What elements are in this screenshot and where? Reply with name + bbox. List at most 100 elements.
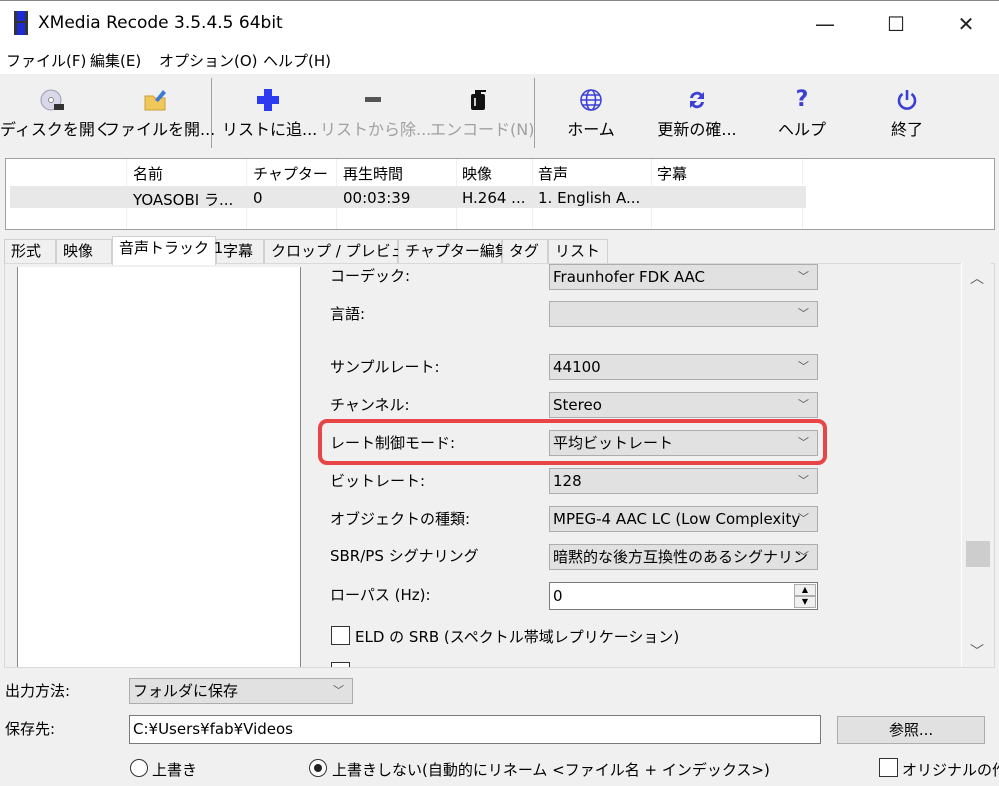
home-button[interactable]: ホーム [548, 74, 634, 150]
sample-rate-select[interactable]: 44100 ﹀ [549, 354, 818, 380]
scrollbar-thumb[interactable] [966, 541, 990, 567]
disc-icon [39, 88, 65, 112]
title-bar: XMedia Recode 3.5.4.5 64bit — ☐ ✕ [0, 0, 999, 44]
chevron-down-icon: ﹀ [798, 512, 809, 525]
check-updates-button[interactable]: 更新の確... [645, 74, 749, 150]
menu-edit[interactable]: 編集(E) [90, 50, 141, 71]
destination-label: 保存先: [5, 720, 56, 738]
codec-value: Fraunhofer FDK AAC [553, 268, 705, 286]
cell-audio: 1. English A... [538, 189, 641, 207]
sbr-ps-select[interactable]: 暗黙的な後方互換性のあるシグナリン ﹀ [549, 544, 818, 570]
sample-rate-value: 44100 [553, 358, 601, 376]
channels-label: チャンネル: [330, 396, 410, 414]
partial-checkbox[interactable] [331, 662, 350, 667]
column-header-subtitle[interactable]: 字幕 [657, 163, 687, 184]
scroll-up-icon[interactable]: ︿ [962, 268, 992, 288]
tab-chapter-edit[interactable]: チャプター編集 [398, 239, 510, 264]
exit-label: 終了 [890, 120, 923, 139]
tab-list[interactable]: リスト [548, 239, 608, 264]
help-button[interactable]: ? ヘルプ [760, 74, 844, 150]
close-button[interactable]: ✕ [943, 9, 989, 39]
power-icon [894, 88, 920, 112]
overwrite-radio[interactable] [130, 759, 148, 777]
open-disc-label: ディスクを開く [0, 120, 111, 139]
cell-video: H.264 ... [462, 189, 526, 207]
app-film-icon [14, 11, 28, 35]
output-method-select[interactable]: フォルダに保存 ﹀ [129, 678, 353, 704]
eld-sbr-checkbox[interactable] [331, 626, 350, 645]
toolbar-separator [534, 78, 535, 148]
audio-track-list[interactable] [17, 267, 301, 667]
remove-from-list-label: リストから除... [320, 120, 432, 139]
language-select[interactable]: ﹀ [549, 301, 818, 327]
encode-button[interactable]: エンコード(N) [430, 74, 535, 150]
tab-video[interactable]: 映像 [56, 239, 112, 264]
column-header-name[interactable]: 名前 [133, 163, 163, 184]
bitrate-label: ビットレート: [330, 472, 426, 490]
scroll-down-icon[interactable]: ﹀ [962, 641, 992, 661]
browse-button[interactable]: 参照... [837, 716, 985, 744]
destination-input[interactable]: C:¥Users¥fab¥Videos [129, 715, 821, 744]
window-title: XMedia Recode 3.5.4.5 64bit [38, 13, 283, 33]
lowpass-spinbox[interactable]: 0 ▲ ▼ [549, 582, 818, 610]
keep-original-checkbox[interactable] [879, 758, 898, 777]
eld-sbr-label: ELD の SRB (スペクトル帯域レプリケーション) [355, 628, 680, 646]
lowpass-value: 0 [553, 587, 563, 605]
tab-crop-preview[interactable]: クロップ / プレビュー [264, 239, 421, 264]
tab-format[interactable]: 形式 [4, 239, 56, 264]
encode-label: エンコード(N) [430, 120, 535, 139]
open-disc-button[interactable]: ディスクを開く [0, 74, 111, 150]
tab-audio-track-1[interactable]: 音声トラック 1 [112, 236, 223, 265]
bitrate-select[interactable]: 128 ﹀ [549, 468, 818, 494]
tab-subtitle[interactable]: 字幕 [216, 239, 264, 264]
chevron-down-icon: ﹀ [798, 550, 809, 563]
overwrite-label: 上書き [152, 761, 198, 779]
remove-from-list-button[interactable]: リストから除... [320, 74, 432, 150]
help-label: ヘルプ [777, 120, 826, 139]
channels-select[interactable]: Stereo ﹀ [549, 392, 818, 418]
keep-original-label: オリジナルの作成 [902, 761, 999, 779]
globe-icon [578, 88, 604, 112]
codec-select[interactable]: Fraunhofer FDK AAC ﹀ [549, 264, 818, 290]
no-overwrite-radio[interactable] [309, 759, 327, 777]
chevron-down-icon: ﹀ [333, 684, 344, 697]
cell-chapters: 0 [253, 189, 263, 207]
column-header-duration[interactable]: 再生時間 [343, 163, 403, 184]
minimize-button[interactable]: — [802, 9, 848, 39]
encode-icon [465, 88, 491, 112]
vertical-scrollbar[interactable]: ︿ ﹀ [961, 263, 991, 667]
audio-track-panel [4, 263, 995, 668]
object-type-label: オブジェクトの種類: [330, 510, 471, 528]
chevron-down-icon: ﹀ [798, 360, 809, 373]
add-to-list-button[interactable]: リストに追... [222, 74, 318, 150]
file-list[interactable]: 名前 チャプター 再生時間 映像 音声 字幕 YOASOBI ラ... 0 00… [5, 158, 995, 230]
plus-icon [255, 88, 281, 112]
column-header-audio[interactable]: 音声 [538, 163, 568, 184]
object-type-select[interactable]: MPEG-4 AAC LC (Low Complexity ﹀ [549, 506, 818, 532]
column-header-chapters[interactable]: チャプター [253, 163, 328, 184]
output-method-label: 出力方法: [5, 682, 71, 700]
codec-label: コーデック: [330, 267, 411, 285]
tab-tags[interactable]: タグ [502, 239, 548, 264]
open-file-label: ファイルを開... [104, 120, 216, 139]
menu-bar: ファイル(F) 編集(E) オプション(O) ヘルプ(H) [0, 44, 999, 74]
sbr-ps-value: 暗黙的な後方互換性のあるシグナリン [553, 548, 809, 566]
chevron-down-icon: ﹀ [798, 474, 809, 487]
tab-bar: 形式 映像 音声トラック 1 字幕 クロップ / プレビュー チャプター編集 タ… [0, 236, 999, 265]
menu-options[interactable]: オプション(O) [159, 50, 258, 71]
maximize-button[interactable]: ☐ [873, 9, 919, 39]
column-header-video[interactable]: 映像 [462, 163, 492, 184]
minus-icon [360, 88, 386, 112]
toolbar: ディスクを開く ファイルを開... リストに追... リストから除... エンコ… [0, 74, 999, 154]
add-to-list-label: リストに追... [222, 120, 318, 139]
spin-up-icon[interactable]: ▲ [794, 584, 816, 596]
open-file-button[interactable]: ファイルを開... [104, 74, 216, 150]
menu-file[interactable]: ファイル(F) [6, 50, 86, 71]
spin-down-icon[interactable]: ▼ [794, 596, 816, 608]
sample-rate-label: サンプルレート: [330, 358, 440, 376]
refresh-icon [684, 88, 710, 112]
exit-button[interactable]: 終了 [866, 74, 948, 150]
object-type-value: MPEG-4 AAC LC (Low Complexity [553, 510, 801, 528]
menu-help[interactable]: ヘルプ(H) [263, 50, 331, 71]
chevron-down-icon: ﹀ [798, 398, 809, 411]
